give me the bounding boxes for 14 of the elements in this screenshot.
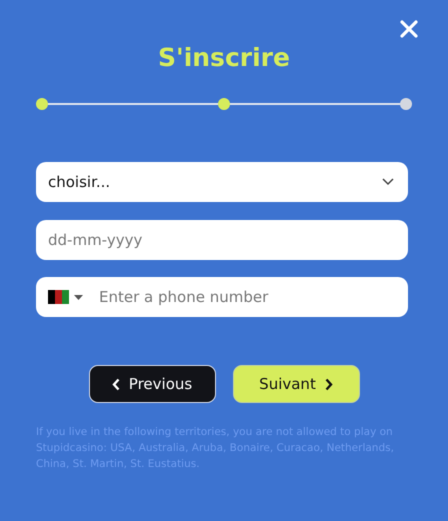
- select-field[interactable]: choisir...: [36, 162, 408, 202]
- dialog-title: S'inscrire: [157, 42, 291, 74]
- chevron-down-icon: [382, 178, 394, 186]
- chevron-left-icon: [112, 378, 120, 390]
- date-field[interactable]: dd-mm-yyyy: [36, 220, 408, 260]
- previous-button[interactable]: Previous: [88, 365, 216, 403]
- next-button[interactable]: Suivant: [232, 365, 360, 403]
- flag-icon: [48, 290, 69, 304]
- close-icon: [400, 20, 418, 38]
- chevron-right-icon: [324, 378, 333, 390]
- caret-icon: [74, 294, 83, 300]
- country-picker[interactable]: [36, 277, 99, 317]
- select-value: choisir...: [48, 173, 110, 191]
- phone-field[interactable]: Enter a phone number: [99, 277, 408, 317]
